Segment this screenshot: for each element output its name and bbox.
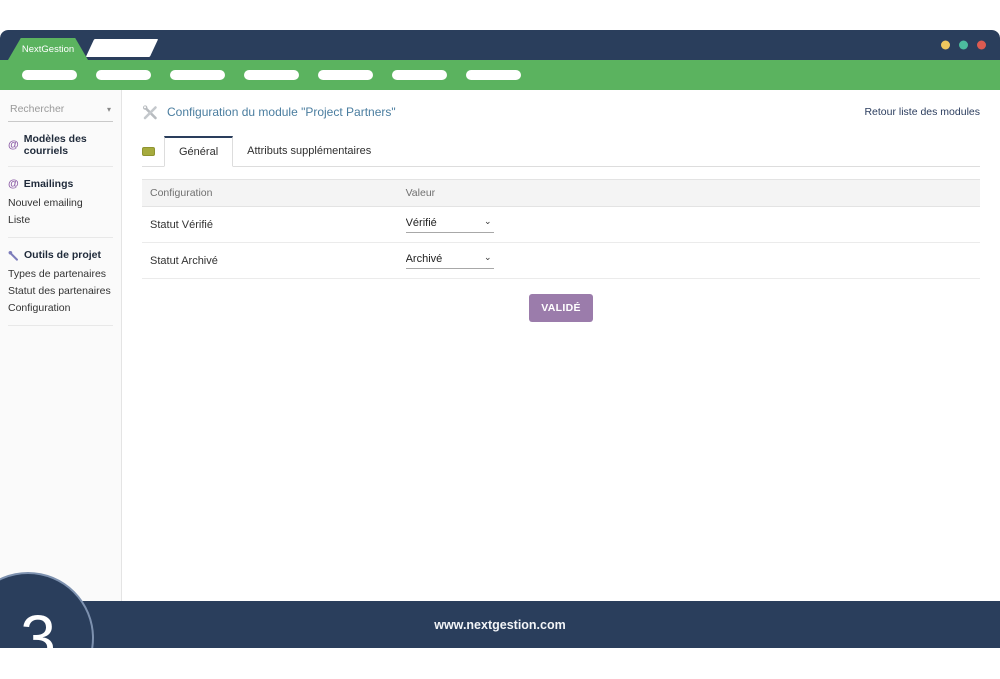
sidebar-group-modeles: @ Modèles des courriels	[8, 122, 113, 167]
statut-archive-select[interactable]: Archivé	[405, 252, 494, 268]
page-number: 3	[20, 602, 56, 648]
search-placeholder: Rechercher	[10, 103, 65, 115]
nav-pill[interactable]	[392, 70, 447, 80]
table-row: Statut Archivé Archivé ⌄	[142, 242, 980, 279]
window-dot-yellow[interactable]	[941, 40, 950, 50]
sidebar-group-outils: Outils de projet Types de partenaires St…	[8, 238, 113, 326]
sidebar-group-emailings: @ Emailings Nouvel emailing Liste	[8, 167, 113, 238]
sidebar-item-nouvel-emailing[interactable]: Nouvel emailing	[8, 194, 113, 211]
nav-pill[interactable]	[466, 70, 521, 80]
brand-tab[interactable]: NextGestion	[8, 38, 88, 60]
sidebar-item-configuration[interactable]: Configuration	[8, 299, 113, 316]
row-label-statut-verifie: Statut Vérifié	[142, 206, 398, 243]
sidebar-group-label: Emailings	[23, 178, 74, 190]
footer-url[interactable]: www.nextgestion.com	[434, 618, 566, 632]
table-row: Statut Vérifié Vérifié ⌄	[142, 206, 980, 243]
sidebar-group-label: Modèles des courriels	[23, 133, 87, 157]
sidebar-item-liste[interactable]: Liste	[8, 211, 113, 228]
window-dot-green[interactable]	[959, 40, 968, 50]
tabstrip: Général Attributs supplémentaires	[142, 136, 980, 167]
at-icon: @	[8, 178, 19, 190]
sidebar-item-emailings[interactable]: @ Emailings	[8, 178, 113, 190]
config-table: Configuration Valeur Statut Vérifié Véri…	[142, 179, 980, 279]
sidebar-item-outils-projet[interactable]: Outils de projet	[8, 249, 113, 261]
sidebar: Rechercher ▾ @ Modèles des courriels @ E…	[0, 90, 122, 601]
tab-attributs-supplementaires[interactable]: Attributs supplémentaires	[233, 137, 385, 165]
sidebar-item-modeles-courriels[interactable]: @ Modèles des courriels	[8, 133, 113, 157]
window-dot-red[interactable]	[977, 40, 986, 50]
nav-pill[interactable]	[22, 70, 77, 80]
titlebar: NextGestion	[0, 30, 1000, 60]
nav-pill[interactable]	[244, 70, 299, 80]
at-icon: @	[8, 139, 19, 151]
statut-archive-select-wrap: Archivé ⌄	[405, 252, 494, 269]
app-window: NextGestion Rechercher ▾ @ Modèles des c…	[0, 30, 1000, 648]
statut-verifie-select[interactable]: Vérifié	[405, 216, 494, 232]
row-label-statut-archive: Statut Archivé	[142, 242, 398, 279]
validate-button[interactable]: VALIDÉ	[529, 294, 593, 322]
tab-general[interactable]: Général	[164, 136, 234, 167]
tools-crossed-icon	[142, 104, 158, 120]
window-dots	[941, 40, 986, 50]
column-header-valeur: Valeur	[397, 179, 980, 207]
ghost-tab	[85, 39, 159, 57]
back-to-modules-link[interactable]: Retour liste des modules	[864, 106, 980, 118]
main-navbar	[0, 60, 1000, 90]
nav-pill[interactable]	[318, 70, 373, 80]
footer: www.nextgestion.com	[0, 601, 1000, 648]
statut-verifie-select-wrap: Vérifié ⌄	[405, 216, 494, 233]
page-title: Configuration du module "Project Partner…	[167, 105, 396, 119]
sidebar-item-statut-partenaires[interactable]: Statut des partenaires	[8, 282, 113, 299]
nav-pill[interactable]	[96, 70, 151, 80]
sidebar-item-types-partenaires[interactable]: Types de partenaires	[8, 265, 113, 282]
main-panel: Configuration du module "Project Partner…	[122, 90, 1000, 601]
sidebar-group-label: Outils de projet	[24, 249, 102, 261]
table-header-row: Configuration Valeur	[142, 179, 980, 207]
search-select[interactable]: Rechercher ▾	[8, 100, 113, 122]
card-icon	[142, 146, 155, 156]
tools-icon	[8, 250, 19, 261]
column-header-configuration: Configuration	[142, 179, 398, 207]
nav-pill[interactable]	[170, 70, 225, 80]
caret-down-icon: ▾	[106, 104, 111, 114]
